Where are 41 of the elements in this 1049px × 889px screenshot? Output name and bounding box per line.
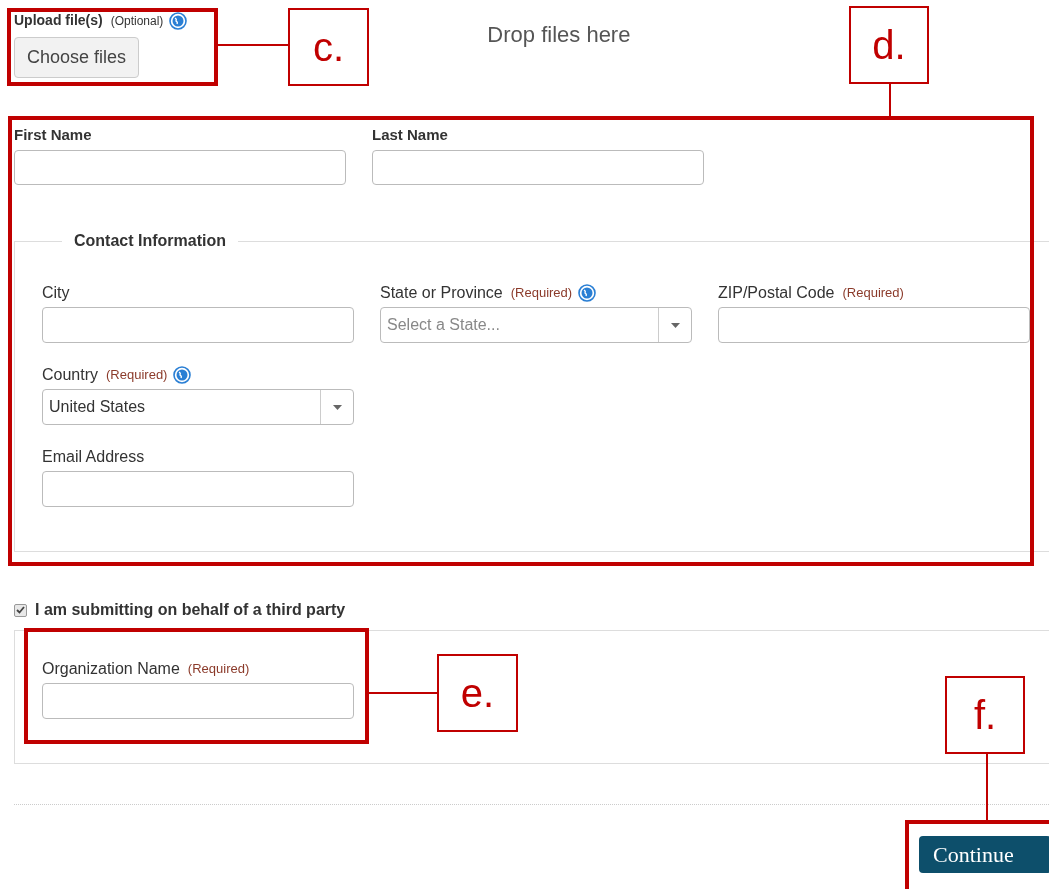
field-label: First Name — [14, 126, 92, 144]
text-field[interactable] — [14, 150, 346, 185]
text-field[interactable] — [42, 683, 354, 719]
globe-icon[interactable] — [173, 366, 192, 384]
continue-button[interactable]: Continue — [919, 836, 1049, 873]
required-note: (Required) — [187, 660, 250, 679]
caret-icon — [670, 322, 680, 328]
callout-label: e. — [437, 654, 518, 732]
text-field[interactable] — [42, 471, 354, 507]
caret-icon — [332, 404, 342, 410]
field-label: Country — [42, 365, 99, 385]
upload-label: Upload file(s) — [14, 11, 103, 30]
required-note: (Required) — [510, 284, 573, 303]
text-field[interactable] — [718, 307, 1030, 343]
checkbox[interactable] — [14, 603, 27, 617]
dropdown[interactable]: Select a State... — [380, 307, 692, 343]
callout-label: c. — [288, 8, 369, 86]
dropdown[interactable]: United States — [42, 389, 354, 425]
checkbox-label: I am submitting on behalf of a third party — [35, 600, 346, 620]
field-label: Organization Name — [42, 659, 180, 679]
field-label: City — [42, 283, 70, 303]
globe-icon[interactable] — [578, 284, 597, 302]
field-label: Email Address — [42, 447, 145, 467]
choose-files-button[interactable]: Choose files — [14, 37, 140, 78]
required-note: (Required) — [106, 366, 168, 385]
leader-line — [218, 44, 288, 46]
drop-zone-text: Drop files here — [487, 21, 631, 49]
leader-line — [889, 84, 891, 116]
required-note: (Required) — [842, 284, 904, 303]
globe-icon[interactable] — [169, 11, 188, 30]
text-field[interactable] — [42, 307, 354, 343]
optional-note: (Optional) — [110, 12, 164, 30]
field-label: State or Province — [380, 283, 503, 303]
field-label: Last Name — [372, 126, 448, 144]
leader-line — [369, 692, 437, 694]
field-label: ZIP/Postal Code — [718, 283, 835, 303]
section-title: Contact Information — [73, 231, 227, 251]
text-field[interactable] — [372, 150, 704, 185]
leader-line — [986, 754, 988, 820]
callout-label: f. — [945, 676, 1025, 754]
callout-label: d. — [849, 6, 929, 84]
